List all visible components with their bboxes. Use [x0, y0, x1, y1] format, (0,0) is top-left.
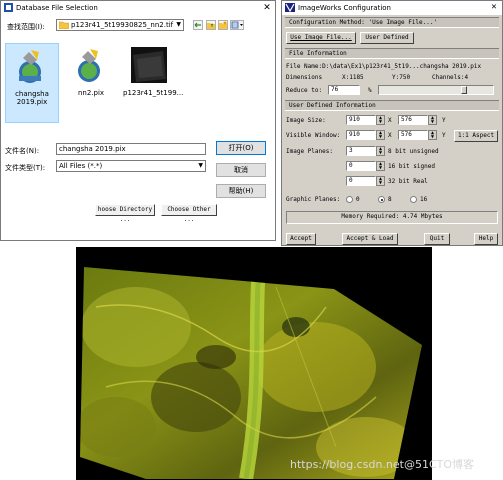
- graphic-radio-0[interactable]: [346, 196, 353, 203]
- dimension-x: X:1185: [342, 74, 364, 81]
- cancel-button[interactable]: 取消: [216, 163, 266, 177]
- slider-thumb[interactable]: [461, 86, 467, 94]
- open-button[interactable]: 打开(O): [216, 141, 266, 155]
- graphic-radio-16[interactable]: [410, 196, 417, 203]
- file-name: nn2.pix: [77, 89, 105, 97]
- channels: Channels:4: [432, 74, 469, 81]
- file-item[interactable]: changsha 2019.pix: [5, 43, 59, 123]
- planes-32bit-input[interactable]: 0: [346, 176, 376, 186]
- accept-button[interactable]: Accept: [286, 233, 316, 245]
- accept-load-button[interactable]: Accept & Load: [342, 233, 398, 245]
- view-menu-icon[interactable]: [230, 20, 244, 30]
- look-in-value: p123r41_5t19930825_nn2.tif: [71, 21, 174, 29]
- new-folder-icon[interactable]: [218, 20, 228, 30]
- spin-buttons[interactable]: ▲ ▼: [376, 161, 385, 171]
- quit-button[interactable]: Quit: [424, 233, 450, 245]
- reduce-label: Reduce to:: [286, 87, 323, 94]
- spin-buttons[interactable]: ▲ ▼: [428, 115, 437, 125]
- filename-label: 文件名(N):: [5, 147, 40, 155]
- filetype-value: All Files (*.*): [59, 162, 103, 170]
- image-size-y-input[interactable]: 576: [398, 115, 428, 125]
- dimensions-label: Dimensions: [286, 74, 323, 81]
- satellite-image: [80, 267, 422, 479]
- use-image-file-button[interactable]: Use Image File...: [286, 32, 356, 44]
- user-defined-button[interactable]: User Defined: [360, 32, 414, 44]
- database-file-selection-dialog: Database File Selection ✕ 查找范围(I): p123r…: [0, 0, 276, 241]
- planes-32bit-label: 32 bit Real: [388, 178, 428, 185]
- percent-label: %: [368, 87, 372, 94]
- image-size-x-input[interactable]: 910: [346, 115, 376, 125]
- planes-8bit-label: 8 bit unsigned: [388, 148, 439, 155]
- planes-16bit-input[interactable]: 0: [346, 161, 376, 171]
- file-name: changsha 2019.pix: [15, 90, 49, 106]
- visible-window-label: Visible Window:: [286, 132, 341, 139]
- db-titlebar: Database File Selection: [1, 1, 275, 15]
- graphic-option-0: 0: [356, 196, 360, 203]
- config-method-header: Configuration Method: 'Use Image File...…: [285, 17, 499, 28]
- spin-buttons[interactable]: ▲ ▼: [428, 130, 437, 140]
- planes-8bit-input[interactable]: 3: [346, 146, 376, 156]
- user-info-header: User Defined Information: [285, 100, 499, 111]
- y-label: Y: [442, 132, 446, 139]
- chevron-down-icon: ▼: [198, 162, 203, 169]
- aspect-button[interactable]: 1:1 Aspect: [454, 130, 498, 142]
- graphic-option-16: 16: [420, 196, 428, 203]
- app-icon: [285, 2, 295, 14]
- graphic-radio-8[interactable]: [378, 196, 385, 203]
- file-item[interactable]: p123r41_5t199...: [123, 43, 184, 97]
- x-label: X: [388, 132, 392, 139]
- file-name-text: File Name:D:\data\Ex1\p123r41_5t19...cha…: [286, 63, 482, 70]
- filetype-select[interactable]: All Files (*.*) ▼: [56, 160, 206, 172]
- image-size-label: Image Size:: [286, 117, 326, 124]
- chevron-down-icon: ▼: [176, 21, 181, 28]
- file-item[interactable]: nn2.pix: [65, 43, 117, 97]
- close-icon[interactable]: ✕: [261, 3, 273, 14]
- close-icon[interactable]: ✕: [488, 2, 500, 13]
- visible-x-input[interactable]: 910: [346, 130, 376, 140]
- filename-input[interactable]: changsha 2019.pix: [56, 143, 206, 155]
- y-label: Y: [442, 117, 446, 124]
- filetype-label: 文件类型(T):: [5, 164, 46, 172]
- imageworks-config-dialog: ImageWorks Configuration ✕ Configuration…: [281, 0, 503, 246]
- reduce-input[interactable]: 76: [328, 85, 360, 95]
- app-icon: [4, 2, 13, 14]
- file-name: p123r41_5t199...: [123, 89, 184, 97]
- file-info-header: File Information: [285, 48, 499, 59]
- memory-required-display: Memory Required: 4.74 Mbytes: [286, 211, 498, 224]
- up-folder-icon[interactable]: [206, 20, 216, 30]
- x-label: X: [388, 117, 392, 124]
- look-in-combo[interactable]: p123r41_5t19930825_nn2.tif ▼: [56, 19, 184, 31]
- pix-file-icon: [69, 43, 113, 87]
- graphic-planes-label: Graphic Planes:: [286, 196, 341, 203]
- pix-file-icon: [10, 44, 54, 88]
- spin-buttons[interactable]: ▲ ▼: [376, 130, 385, 140]
- iw-title: ImageWorks Configuration: [298, 4, 391, 12]
- file-list[interactable]: changsha 2019.pix nn2.pix p123r41_5t199.…: [5, 43, 210, 123]
- choose-other-button[interactable]: Choose Other ...: [161, 204, 217, 223]
- look-in-label: 查找范围(I):: [7, 23, 45, 31]
- image-thumbnail: [127, 43, 171, 87]
- graphic-option-8: 8: [388, 196, 392, 203]
- dimension-y: Y:750: [392, 74, 411, 81]
- folder-icon: [58, 21, 70, 30]
- help-button[interactable]: Help: [474, 233, 498, 245]
- spin-buttons[interactable]: ▲ ▼: [376, 115, 385, 125]
- visible-y-input[interactable]: 576: [398, 130, 428, 140]
- reduce-slider[interactable]: [378, 85, 494, 95]
- spin-buttons[interactable]: ▲ ▼: [376, 146, 385, 156]
- spin-buttons[interactable]: ▲ ▼: [376, 176, 385, 186]
- image-viewer[interactable]: [76, 247, 432, 480]
- back-icon[interactable]: [193, 20, 203, 30]
- planes-16bit-label: 16 bit signed: [388, 163, 435, 170]
- watermark-text: https://blog.csdn.net@51CTO博客: [290, 458, 475, 471]
- use-image-file-label: Use Image File...: [290, 34, 352, 41]
- iw-titlebar: ImageWorks Configuration: [282, 1, 502, 15]
- help-button[interactable]: 帮助(H): [216, 184, 266, 198]
- choose-directory-button[interactable]: hoose Directory ...: [95, 204, 155, 223]
- db-title: Database File Selection: [16, 4, 98, 12]
- image-planes-label: Image Planes:: [286, 148, 333, 155]
